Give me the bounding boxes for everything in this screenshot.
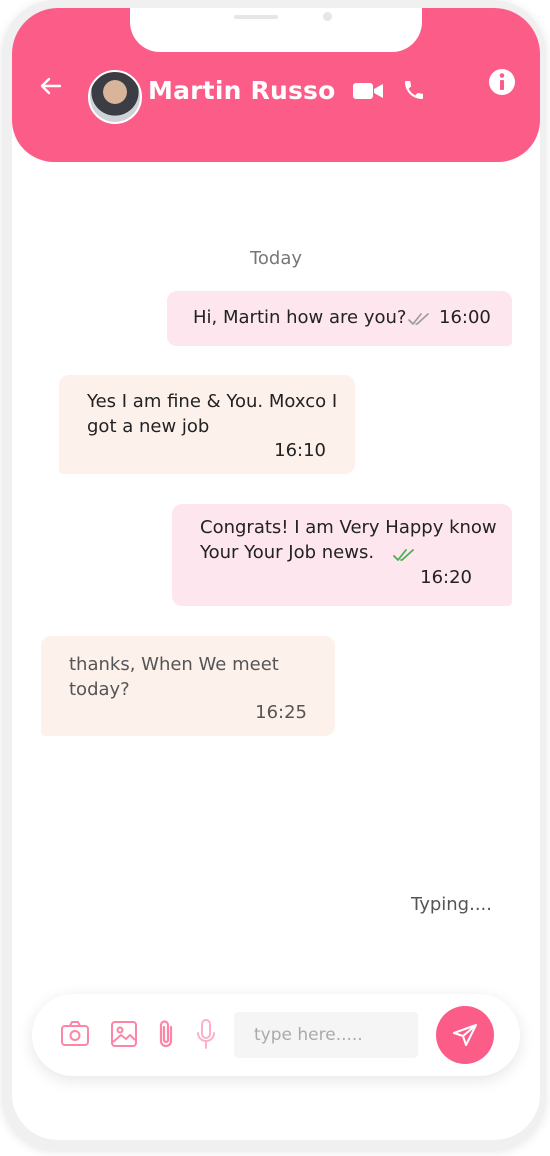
message-outgoing[interactable]: Congrats! I am Very Happy know Your Your… xyxy=(172,504,512,606)
info-icon[interactable] xyxy=(488,68,516,96)
message-time: 16:25 xyxy=(255,702,307,723)
camera-icon[interactable] xyxy=(60,1020,90,1048)
message-time: 16:00 xyxy=(439,307,491,328)
typing-indicator: Typing.... xyxy=(411,894,492,915)
send-button[interactable] xyxy=(436,1006,494,1064)
speaker-grille xyxy=(234,15,278,19)
phone-frame: Martin Russo Today Hi, Martin how are yo… xyxy=(2,0,546,1150)
message-incoming[interactable]: Yes I am fine & You. Moxco I got a new j… xyxy=(59,375,355,474)
message-input[interactable] xyxy=(234,1012,418,1058)
phone-icon[interactable] xyxy=(402,78,426,102)
message-text: Hi, Martin how are you? xyxy=(193,307,407,328)
attach-icon[interactable] xyxy=(154,1018,178,1050)
avatar[interactable] xyxy=(88,70,142,124)
gallery-icon[interactable] xyxy=(110,1020,138,1048)
message-text: Yes I am fine & You. Moxco I got a new j… xyxy=(87,391,338,437)
back-arrow-icon[interactable] xyxy=(38,76,62,96)
contact-name[interactable]: Martin Russo xyxy=(148,76,335,105)
mic-icon[interactable] xyxy=(194,1018,218,1050)
date-divider: Today xyxy=(249,248,303,269)
chat-header: Martin Russo xyxy=(12,8,540,162)
message-outgoing[interactable]: Hi, Martin how are you? 16:00 xyxy=(167,291,512,346)
double-check-icon xyxy=(408,313,429,325)
message-text: Congrats! I am Very Happy know Your Your… xyxy=(200,517,497,563)
send-icon xyxy=(453,1024,477,1046)
message-text: thanks, When We meet today? xyxy=(69,654,279,700)
video-call-icon[interactable] xyxy=(352,81,384,101)
double-check-icon xyxy=(393,549,414,561)
message-time: 16:10 xyxy=(274,440,326,461)
phone-notch xyxy=(130,8,422,52)
chat-screen: Martin Russo Today Hi, Martin how are yo… xyxy=(12,8,540,1140)
message-time: 16:20 xyxy=(420,567,472,588)
message-incoming[interactable]: thanks, When We meet today? 16:25 xyxy=(41,636,335,736)
message-composer xyxy=(32,994,520,1076)
front-camera xyxy=(323,12,332,21)
